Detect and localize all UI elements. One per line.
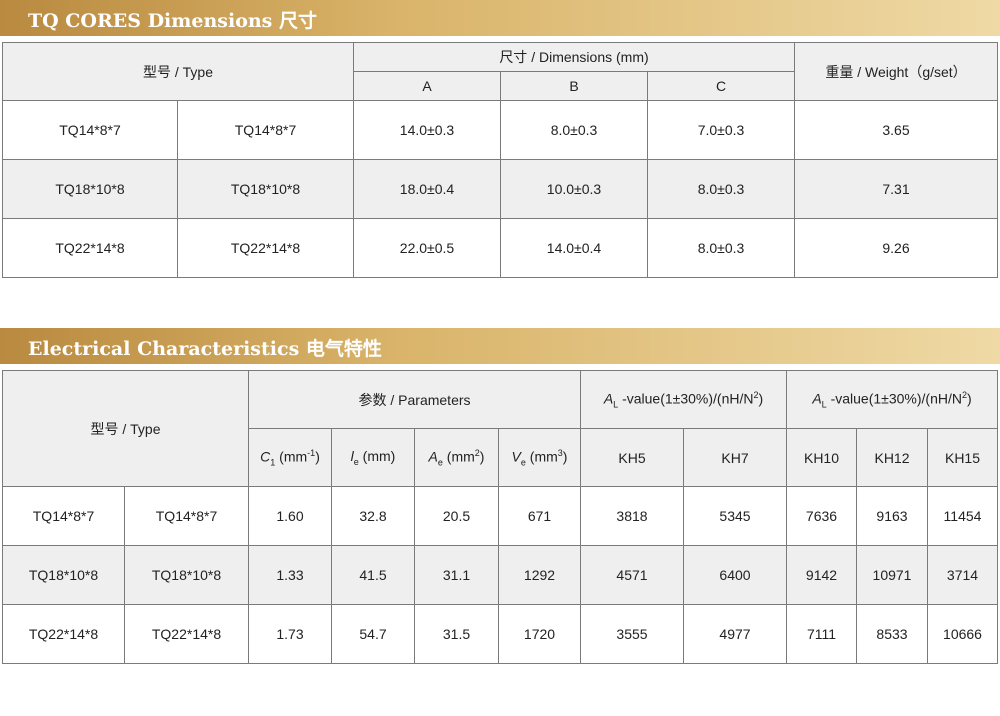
material-header-kh12: KH12 xyxy=(856,428,928,487)
al-cell-kh7: 5345 xyxy=(683,486,787,546)
al-close: ) xyxy=(967,390,972,407)
al-cell-kh12: 9163 xyxy=(856,486,928,546)
table-row: TQ22*14*8 TQ22*14*8 22.0±0.5 14.0±0.4 8.… xyxy=(2,218,998,278)
dimensions-header: 尺寸 / Dimensions (mm) xyxy=(353,42,795,72)
type-header: 型号 / Type xyxy=(2,370,249,487)
ve-cell: 1720 xyxy=(498,604,581,664)
c1-cell: 1.73 xyxy=(248,604,332,664)
ve-cell: 671 xyxy=(498,486,581,546)
electrical-banner: Electrical Characteristics 电气特性 xyxy=(0,328,1000,364)
table-row: TQ18*10*8 TQ18*10*8 1.33 41.5 31.1 1292 … xyxy=(2,545,998,605)
type-cell: TQ18*10*8 xyxy=(177,159,354,219)
c1-cell: 1.60 xyxy=(248,486,332,546)
al-symbol: A xyxy=(603,390,614,407)
weight-cell: 3.65 xyxy=(794,100,998,160)
ae-cell: 31.1 xyxy=(414,545,499,605)
table-row: TQ14*8*7 TQ14*8*7 1.60 32.8 20.5 671 381… xyxy=(2,486,998,546)
type-cell: TQ18*10*8 xyxy=(2,545,125,605)
dimension-a-cell: 18.0±0.4 xyxy=(353,159,501,219)
dimensions-table: 型号 / Type 尺寸 / Dimensions (mm) 重量 / Weig… xyxy=(2,42,998,278)
al-cell-kh15: 3714 xyxy=(927,545,998,605)
ve-cell: 1292 xyxy=(498,545,581,605)
c1-header: C1 (mm-1) xyxy=(248,428,332,487)
al-cell-kh15: 10666 xyxy=(927,604,998,664)
electrical-title: Electrical Characteristics 电气特性 xyxy=(28,338,382,360)
dimension-a-cell: 14.0±0.3 xyxy=(353,100,501,160)
dimension-c-cell: 7.0±0.3 xyxy=(647,100,795,160)
dimension-c-cell: 8.0±0.3 xyxy=(647,218,795,278)
type-cell: TQ22*14*8 xyxy=(177,218,354,278)
type-cell: TQ22*14*8 xyxy=(124,604,249,664)
type-cell: TQ22*14*8 xyxy=(2,218,178,278)
ve-header: Ve (mm3) xyxy=(498,428,581,487)
dimension-b-cell: 10.0±0.3 xyxy=(500,159,648,219)
type-cell: TQ14*8*7 xyxy=(124,486,249,546)
electrical-table: 型号 / Type 参数 / Parameters AL -value(1±30… xyxy=(2,370,998,664)
dimension-b-cell: 8.0±0.3 xyxy=(500,100,648,160)
material-header-kh5: KH5 xyxy=(580,428,684,487)
le-cell: 54.7 xyxy=(331,604,415,664)
dimension-c-header: C xyxy=(647,71,795,101)
dimension-b-header: B xyxy=(500,71,648,101)
material-header-kh15: KH15 xyxy=(927,428,998,487)
al-cell-kh10: 9142 xyxy=(786,545,857,605)
c1-cell: 1.33 xyxy=(248,545,332,605)
table-row: TQ22*14*8 TQ22*14*8 1.73 54.7 31.5 1720 … xyxy=(2,604,998,664)
le-cell: 32.8 xyxy=(331,486,415,546)
dimensions-banner: TQ CORES Dimensions 尺寸 xyxy=(0,0,1000,36)
ae-cell: 20.5 xyxy=(414,486,499,546)
type-cell: TQ22*14*8 xyxy=(2,604,125,664)
al-value-header: AL -value(1±30%)/(nH/N2) xyxy=(786,370,998,429)
al-text: -value(1±30%)/(nH/N xyxy=(826,390,962,407)
weight-cell: 9.26 xyxy=(794,218,998,278)
al-cell-kh5: 4571 xyxy=(580,545,684,605)
dimensions-title: TQ CORES Dimensions 尺寸 xyxy=(28,10,317,32)
type-cell: TQ18*10*8 xyxy=(2,159,178,219)
al-symbol: A xyxy=(812,390,822,407)
al-cell-kh7: 4977 xyxy=(683,604,787,664)
dimension-b-cell: 14.0±0.4 xyxy=(500,218,648,278)
al-cell-kh5: 3818 xyxy=(580,486,684,546)
type-cell: TQ14*8*7 xyxy=(2,486,125,546)
le-cell: 41.5 xyxy=(331,545,415,605)
ae-header: Ae (mm2) xyxy=(414,428,499,487)
dimension-c-cell: 8.0±0.3 xyxy=(647,159,795,219)
dimension-a-cell: 22.0±0.5 xyxy=(353,218,501,278)
material-header-kh10: KH10 xyxy=(786,428,857,487)
type-cell: TQ18*10*8 xyxy=(124,545,249,605)
parameters-header: 参数 / Parameters xyxy=(248,370,581,429)
al-cell-kh10: 7636 xyxy=(786,486,857,546)
ae-cell: 31.5 xyxy=(414,604,499,664)
type-cell: TQ14*8*7 xyxy=(2,100,178,160)
al-cell-kh15: 11454 xyxy=(927,486,998,546)
weight-cell: 7.31 xyxy=(794,159,998,219)
al-cell-kh7: 6400 xyxy=(683,545,787,605)
le-header: le (mm) xyxy=(331,428,415,487)
table-row: TQ14*8*7 TQ14*8*7 14.0±0.3 8.0±0.3 7.0±0… xyxy=(2,100,998,160)
table-row: TQ18*10*8 TQ18*10*8 18.0±0.4 10.0±0.3 8.… xyxy=(2,159,998,219)
type-cell: TQ14*8*7 xyxy=(177,100,354,160)
al-text: -value(1±30%)/(nH/N xyxy=(618,390,754,407)
dimension-a-header: A xyxy=(353,71,501,101)
al-close: ) xyxy=(758,390,764,407)
type-header: 型号 / Type xyxy=(2,42,354,101)
al-cell-kh12: 10971 xyxy=(856,545,928,605)
al-cell-kh10: 7111 xyxy=(786,604,857,664)
al-cell-kh5: 3555 xyxy=(580,604,684,664)
al-cell-kh12: 8533 xyxy=(856,604,928,664)
al-value-header: AL -value(1±30%)/(nH/N2) xyxy=(580,370,787,429)
weight-header: 重量 / Weight（g/set） xyxy=(794,42,998,101)
material-header-kh7: KH7 xyxy=(683,428,787,487)
